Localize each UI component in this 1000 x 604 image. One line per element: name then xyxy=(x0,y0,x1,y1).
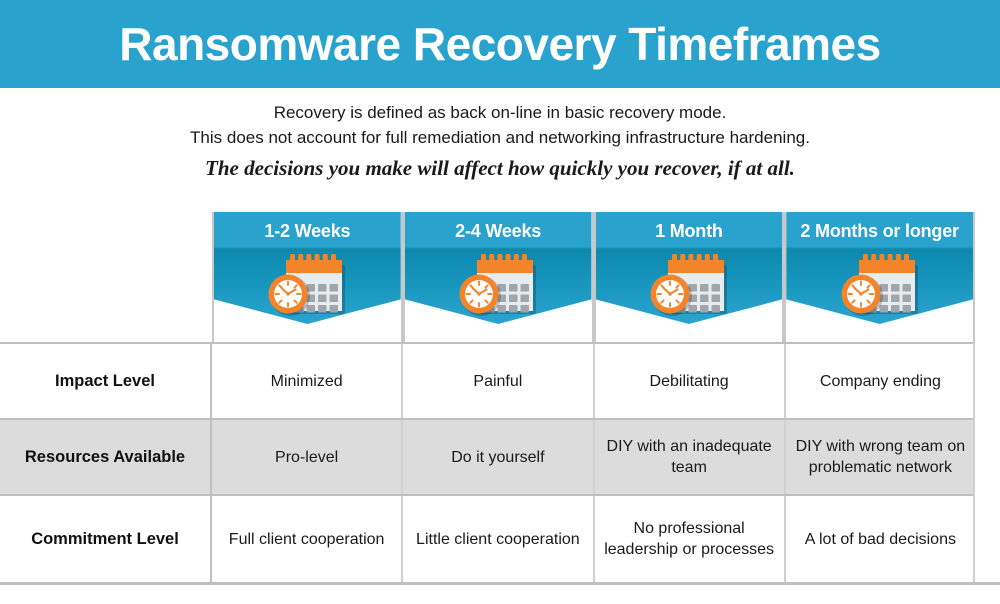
matrix-row-label: Commitment Level xyxy=(0,494,212,582)
table-row: Pro-level Do it yourself DIY with an inade… xyxy=(212,418,975,494)
subtitle-line-2: This does not account for full remediati… xyxy=(190,128,810,147)
calendar-clock-icon xyxy=(646,254,732,318)
matrix-row-label: Impact Level xyxy=(0,342,212,418)
table-row: Minimized Painful Debilitating Company endi… xyxy=(212,342,975,418)
matrix-cell: Full client cooperation xyxy=(212,496,404,582)
matrix-cell: Painful xyxy=(403,344,595,418)
matrix-row-label: Resources Available xyxy=(0,418,212,494)
subtitle-emphasis: The decisions you make will affect how q… xyxy=(205,156,795,180)
matrix-header-row: 1-2 Weeks 2-4 Weeks 1 Month 2 Months or lon… xyxy=(212,212,975,342)
table-row: Full client cooperation Little client coo… xyxy=(212,494,975,582)
matrix-cell: Minimized xyxy=(212,344,404,418)
recovery-timeframe-matrix: 1-2 Weeks 2-4 Weeks 1 Month 2 Months or lon… xyxy=(0,212,1000,585)
calendar-clock-icon xyxy=(264,254,350,318)
matrix-cell: A lot of bad decisions xyxy=(804,530,956,548)
matrix-cell: Pro-level xyxy=(212,420,404,494)
page-banner: Ransomware Recovery Timeframes xyxy=(0,0,1000,88)
grid-right-edge xyxy=(973,342,975,582)
matrix-header-label: 2-4 Weeks xyxy=(455,221,542,241)
matrix-header-cell: 1-2 Weeks xyxy=(212,212,403,342)
calendar-clock-icon xyxy=(837,254,923,318)
matrix-cell: Debilitating xyxy=(595,344,786,418)
matrix-header-label: 2 Months or longer xyxy=(800,221,959,241)
subtitle-block: Recovery is defined as back on-line in b… xyxy=(0,88,1000,183)
matrix-bottom-rule xyxy=(0,582,1000,585)
matrix-header-label: 1-2 Weeks xyxy=(264,221,351,241)
matrix-header-cell: 2 Months or longer xyxy=(784,212,975,342)
matrix-header-label: 1 Month xyxy=(655,221,723,241)
calendar-clock-icon xyxy=(455,254,541,318)
matrix-header-cell: 2-4 Weeks xyxy=(402,212,594,342)
matrix-cell: DIY with wrong team on problematic netwo… xyxy=(795,438,966,476)
matrix-label-column: Impact Level Resources Available Commitmen… xyxy=(0,342,212,582)
matrix-cell: Do it yourself xyxy=(403,420,595,494)
matrix-header-cell: 1 Month xyxy=(593,212,785,342)
page-title: Ransomware Recovery Timeframes xyxy=(119,18,881,70)
matrix-cell: Company ending xyxy=(819,372,941,390)
matrix-data-grid: Minimized Painful Debilitating Company endi… xyxy=(212,342,975,582)
matrix-cell: No professional leadership or processes xyxy=(595,496,786,582)
matrix-cell: Little client cooperation xyxy=(403,496,595,582)
matrix-cell: DIY with an inadequate team xyxy=(595,420,786,494)
subtitle-line-1: Recovery is defined as back on-line in b… xyxy=(273,103,727,122)
